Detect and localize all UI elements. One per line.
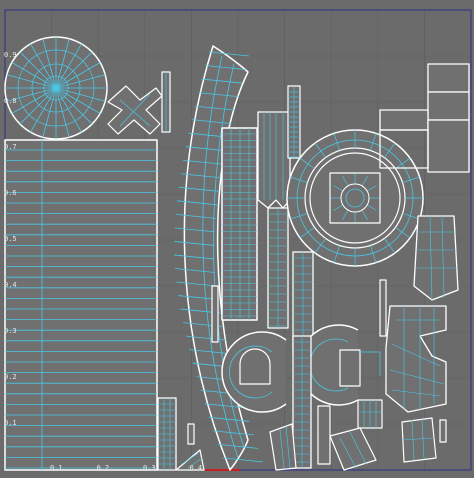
uv-shell-thin-bar-a[interactable] xyxy=(161,71,171,133)
v-axis-tick-label: 0.6 xyxy=(4,189,17,197)
uv-shell-tall-panel[interactable] xyxy=(221,127,258,321)
u-axis-tick-label: 0.4 xyxy=(189,464,203,472)
uv-shell-ring[interactable] xyxy=(286,129,424,267)
v-axis-tick-label: 0.2 xyxy=(4,373,17,381)
uv-shell-column-group[interactable] xyxy=(257,111,291,209)
uv-editor-viewport[interactable]: 0.1 0.2 0.3 0.4 0.9 0.8 0.7 0.6 0.5 0.4 0.3 0.2 0.1 xyxy=(0,0,474,478)
uv-shell-large-strip[interactable] xyxy=(4,139,158,471)
uv-canvas[interactable] xyxy=(0,0,474,478)
v-axis-tick-label: 0.8 xyxy=(4,97,17,105)
v-axis-tick-label: 0.1 xyxy=(4,419,17,427)
uv-shell-round-cap[interactable] xyxy=(4,36,108,140)
v-axis-tick-label: 0.4 xyxy=(4,281,17,289)
uv-shell-narrow-bar[interactable] xyxy=(287,85,301,159)
uv-shell-bottom-column[interactable] xyxy=(157,397,177,471)
v-axis-tick-label: 0.7 xyxy=(4,143,17,151)
uv-shell-saddle[interactable] xyxy=(385,305,447,413)
u-axis-tick-label: 0.1 xyxy=(50,464,63,472)
uv-shell-cross[interactable] xyxy=(107,85,163,135)
u-axis-tick-label: 0.3 xyxy=(143,464,156,472)
v-axis-tick-label: 0.3 xyxy=(4,327,17,335)
u-axis-tick-label: 0.2 xyxy=(96,464,110,472)
uv-shell-trapezoid[interactable] xyxy=(413,215,459,301)
v-axis-tick-label: 0.5 xyxy=(4,235,17,243)
v-axis-tick-label: 0.9 xyxy=(4,51,17,59)
